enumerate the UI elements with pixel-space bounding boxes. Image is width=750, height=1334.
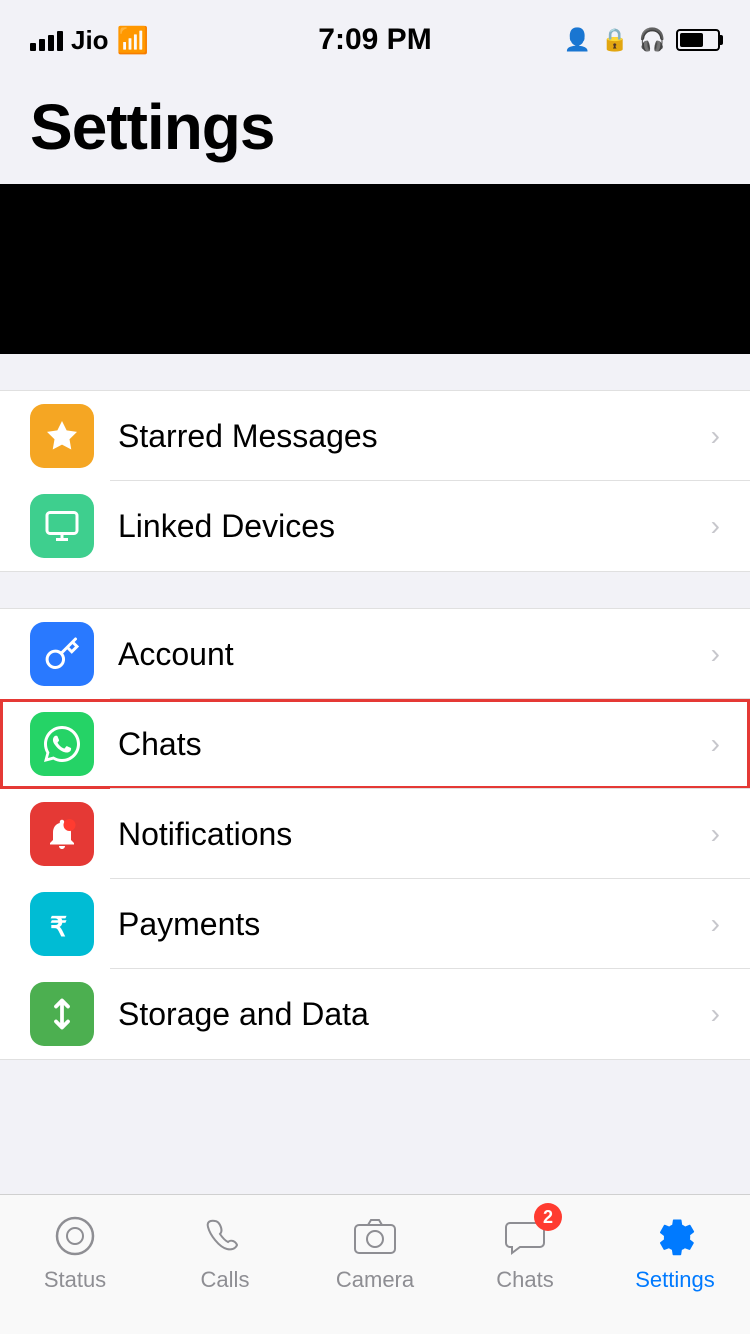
bell-icon <box>44 816 80 852</box>
starred-messages-chevron: › <box>711 420 720 452</box>
whatsapp-chat-icon <box>44 726 80 762</box>
section-gap-1 <box>0 354 750 390</box>
wifi-icon: 📶 <box>117 25 149 56</box>
camera-tab-label: Camera <box>336 1267 414 1293</box>
notifications-chevron: › <box>711 818 720 850</box>
chats-badge: 2 <box>534 1203 562 1231</box>
settings-tab-icon <box>650 1211 700 1261</box>
signal-bar-1 <box>30 43 36 51</box>
status-bar: Jio 📶 7:09 PM 👤 🔒 🎧 <box>0 0 750 80</box>
status-right: 👤 🔒 🎧 <box>564 27 720 53</box>
battery-indicator <box>676 29 720 51</box>
chats-tab-label: Chats <box>496 1267 553 1293</box>
settings-item-notifications[interactable]: Notifications › <box>0 789 750 879</box>
settings-item-payments[interactable]: ₹ Payments › <box>0 879 750 969</box>
linked-devices-chevron: › <box>711 510 720 542</box>
section-gap-2 <box>0 572 750 608</box>
storage-data-label: Storage and Data <box>118 996 711 1033</box>
chats-icon <box>30 712 94 776</box>
notifications-label: Notifications <box>118 816 711 853</box>
settings-gear-icon <box>650 1211 700 1261</box>
storage-data-icon <box>30 982 94 1046</box>
settings-group-1: Starred Messages › Linked Devices › <box>0 390 750 572</box>
status-tab-icon <box>50 1211 100 1261</box>
tab-bar: Status Calls Camera 2 Chats <box>0 1194 750 1334</box>
settings-item-starred-messages[interactable]: Starred Messages › <box>0 391 750 481</box>
signal-bars <box>30 29 63 51</box>
rupee-icon: ₹ <box>44 906 80 942</box>
page-title: Settings <box>30 90 720 164</box>
signal-bar-3 <box>48 35 54 51</box>
storage-data-chevron: › <box>711 998 720 1030</box>
headphones-icon: 🎧 <box>639 27 666 53</box>
settings-item-storage-data[interactable]: Storage and Data › <box>0 969 750 1059</box>
calls-tab-label: Calls <box>201 1267 250 1293</box>
account-icon <box>30 622 94 686</box>
status-time: 7:09 PM <box>318 23 431 57</box>
settings-group-2: Account › Chats › Notifications › ₹ Pay <box>0 608 750 1060</box>
starred-messages-label: Starred Messages <box>118 418 711 455</box>
chats-chevron: › <box>711 728 720 760</box>
settings-item-account[interactable]: Account › <box>0 609 750 699</box>
person-icon: 👤 <box>564 27 591 53</box>
svg-text:₹: ₹ <box>50 912 67 942</box>
chats-label: Chats <box>118 726 711 763</box>
starred-messages-icon <box>30 404 94 468</box>
tab-item-status[interactable]: Status <box>25 1211 125 1293</box>
signal-bar-2 <box>39 39 45 51</box>
tab-item-settings[interactable]: Settings <box>625 1211 725 1293</box>
notifications-icon <box>30 802 94 866</box>
linked-devices-icon <box>30 494 94 558</box>
payments-chevron: › <box>711 908 720 940</box>
calls-icon <box>200 1211 250 1261</box>
linked-devices-label: Linked Devices <box>118 508 711 545</box>
camera-icon <box>350 1211 400 1261</box>
monitor-icon <box>44 508 80 544</box>
settings-item-chats[interactable]: Chats › <box>0 699 750 789</box>
payments-icon: ₹ <box>30 892 94 956</box>
key-icon <box>44 636 80 672</box>
status-icon <box>50 1211 100 1261</box>
tab-item-chats[interactable]: 2 Chats <box>475 1211 575 1293</box>
camera-tab-icon <box>350 1211 400 1261</box>
settings-tab-label: Settings <box>635 1267 715 1293</box>
calls-tab-icon <box>200 1211 250 1261</box>
carrier-name: Jio <box>71 25 109 56</box>
status-tab-label: Status <box>44 1267 106 1293</box>
chats-tab-icon: 2 <box>500 1211 550 1261</box>
page-title-area: Settings <box>0 80 750 184</box>
arrows-icon <box>44 996 80 1032</box>
star-icon <box>44 418 80 454</box>
signal-bar-4 <box>57 31 63 51</box>
settings-item-linked-devices[interactable]: Linked Devices › <box>0 481 750 571</box>
tab-item-camera[interactable]: Camera <box>325 1211 425 1293</box>
status-left: Jio 📶 <box>30 25 149 56</box>
lock-icon: 🔒 <box>601 27 628 53</box>
tab-item-calls[interactable]: Calls <box>175 1211 275 1293</box>
account-label: Account <box>118 636 711 673</box>
profile-section[interactable] <box>0 184 750 354</box>
battery-fill <box>680 33 703 47</box>
account-chevron: › <box>711 638 720 670</box>
payments-label: Payments <box>118 906 711 943</box>
